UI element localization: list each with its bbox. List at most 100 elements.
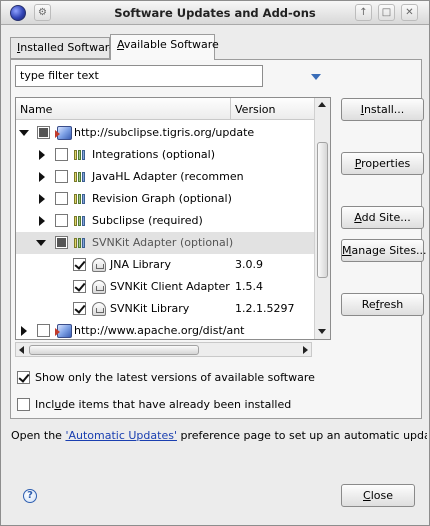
tab-installed-label: nstalled Software xyxy=(20,41,116,54)
category-icon xyxy=(74,172,88,182)
tree-horizontal-scrollbar[interactable] xyxy=(15,342,312,357)
add-site-button[interactable]: Add Site... xyxy=(341,206,424,229)
scroll-down-icon[interactable] xyxy=(318,329,326,334)
checkbox[interactable] xyxy=(55,192,68,205)
tree-row-feature[interactable]: SVNKit Library 1.2.1.5297 xyxy=(16,298,314,320)
tree-row-category[interactable]: JavaHL Adapter (recommen xyxy=(16,166,314,188)
tree-row-feature[interactable]: JNA Library 3.0.9 xyxy=(16,254,314,276)
column-divider[interactable] xyxy=(230,98,231,120)
row-version: 1.2.1.5297 xyxy=(235,302,295,315)
collapse-icon[interactable] xyxy=(36,240,46,246)
checkbox[interactable] xyxy=(37,324,50,337)
expand-icon[interactable] xyxy=(39,150,45,160)
properties-button[interactable]: Properties xyxy=(341,152,424,175)
include-installed-label: Include items that have already been ins… xyxy=(35,398,291,411)
tab-installed-software[interactable]: Installed Software xyxy=(10,37,116,59)
expand-icon[interactable] xyxy=(21,326,27,336)
scroll-up-icon[interactable] xyxy=(318,102,326,107)
row-label: SVNKit Adapter (optional) xyxy=(92,236,234,249)
feature-icon xyxy=(92,280,106,294)
checkbox[interactable] xyxy=(73,302,86,315)
expand-icon[interactable] xyxy=(39,194,45,204)
update-site-icon xyxy=(55,324,72,338)
checkbox[interactable] xyxy=(55,148,68,161)
row-label: Revision Graph (optional) xyxy=(92,192,232,205)
include-installed-label-start: Incl xyxy=(35,398,55,411)
row-label: JNA Library xyxy=(110,258,171,271)
category-icon xyxy=(74,216,88,226)
automatic-updates-link[interactable]: 'Automatic Updates' xyxy=(65,429,177,442)
install-label: nstall... xyxy=(363,103,405,116)
row-label: http://subclipse.tigris.org/update xyxy=(74,126,255,139)
scroll-left-icon[interactable] xyxy=(19,346,24,354)
horizontal-scroll-thumb[interactable] xyxy=(29,345,199,355)
update-site-icon xyxy=(55,126,72,140)
row-label: Integrations (optional) xyxy=(92,148,216,161)
scroll-right-icon[interactable] xyxy=(303,346,308,354)
vertical-scroll-thumb[interactable] xyxy=(317,142,328,278)
expand-icon[interactable] xyxy=(39,216,45,226)
filter-input[interactable]: type filter text xyxy=(15,65,263,87)
category-icon xyxy=(74,238,88,248)
tree-row-category[interactable]: Subclipse (required) xyxy=(16,210,314,232)
close-window-icon[interactable]: ✕ xyxy=(401,4,418,21)
close-mnemonic: C xyxy=(363,489,371,502)
properties-label: roperties xyxy=(361,157,411,170)
automatic-updates-info: Open the 'Automatic Updates' preference … xyxy=(11,429,427,442)
info-text-after: preference page to set up an automatic u… xyxy=(180,429,427,442)
checkbox[interactable] xyxy=(55,236,68,249)
tree-row-category[interactable]: Integrations (optional) xyxy=(16,144,314,166)
refresh-label-end: resh xyxy=(379,298,404,311)
manage-sites-mnemonic: M xyxy=(342,244,352,257)
row-version: 1.5.4 xyxy=(235,280,263,293)
title-bar: ⚙ Software Updates and Add-ons ↑ □ ✕ xyxy=(1,1,429,25)
show-latest-checkbox[interactable] xyxy=(17,371,30,384)
tab-available-mnemonic: A xyxy=(117,38,124,51)
include-installed-label-end: de items that have already been installe… xyxy=(61,398,292,411)
row-label: SVNKit Library xyxy=(110,302,190,315)
checkbox[interactable] xyxy=(55,214,68,227)
checkbox[interactable] xyxy=(73,280,86,293)
checkbox[interactable] xyxy=(37,126,50,139)
row-label: SVNKit Client Adapter xyxy=(110,280,230,293)
software-tree: Name Version http://subclipse.tigris.org… xyxy=(15,97,331,340)
column-name-header[interactable]: Name xyxy=(20,103,52,116)
row-label: JavaHL Adapter (recommen xyxy=(92,170,244,183)
info-text-before: Open the xyxy=(11,429,66,442)
category-icon xyxy=(74,150,88,160)
refresh-button[interactable]: Refresh xyxy=(341,293,424,316)
feature-icon xyxy=(92,302,106,316)
checkbox[interactable] xyxy=(73,258,86,271)
manage-sites-label: anage Sites... xyxy=(351,244,427,257)
maximize-icon[interactable]: □ xyxy=(378,4,395,21)
close-label: lose xyxy=(370,489,393,502)
collapse-icon[interactable] xyxy=(19,130,29,136)
tree-row-site-subclipse[interactable]: http://subclipse.tigris.org/update xyxy=(16,122,314,144)
show-latest-label: Show only the latest versions of availab… xyxy=(35,371,315,384)
checkbox[interactable] xyxy=(55,170,68,183)
refresh-label-start: Re xyxy=(361,298,376,311)
tree-row-site-apache[interactable]: http://www.apache.org/dist/ant xyxy=(16,320,314,339)
filter-dropdown-icon[interactable] xyxy=(311,74,321,80)
manage-sites-button[interactable]: Manage Sites... xyxy=(341,239,427,262)
include-installed-checkbox[interactable] xyxy=(17,398,30,411)
minimize-icon[interactable]: ↑ xyxy=(355,4,372,21)
add-site-mnemonic: A xyxy=(354,211,362,224)
tab-available-label: vailable Software xyxy=(123,38,219,51)
close-button[interactable]: Close xyxy=(341,484,415,507)
row-label: http://www.apache.org/dist/ant xyxy=(74,324,245,337)
feature-icon xyxy=(92,258,106,272)
install-button[interactable]: Install... xyxy=(341,98,424,121)
help-icon[interactable]: ? xyxy=(23,489,37,503)
add-site-label: dd Site... xyxy=(361,211,411,224)
tree-row-category-selected[interactable]: SVNKit Adapter (optional) xyxy=(16,232,314,254)
software-updates-dialog: ⚙ Software Updates and Add-ons ↑ □ ✕ Ins… xyxy=(0,0,430,526)
tab-available-software[interactable]: Available Software xyxy=(110,34,219,60)
tree-row-feature[interactable]: SVNKit Client Adapter 1.5.4 xyxy=(16,276,314,298)
tree-vertical-scrollbar[interactable] xyxy=(314,98,330,339)
tree-row-category[interactable]: Revision Graph (optional) xyxy=(16,188,314,210)
expand-icon[interactable] xyxy=(39,172,45,182)
category-icon xyxy=(74,194,88,204)
column-version-header[interactable]: Version xyxy=(235,103,275,116)
tree-header: Name Version xyxy=(16,98,314,120)
